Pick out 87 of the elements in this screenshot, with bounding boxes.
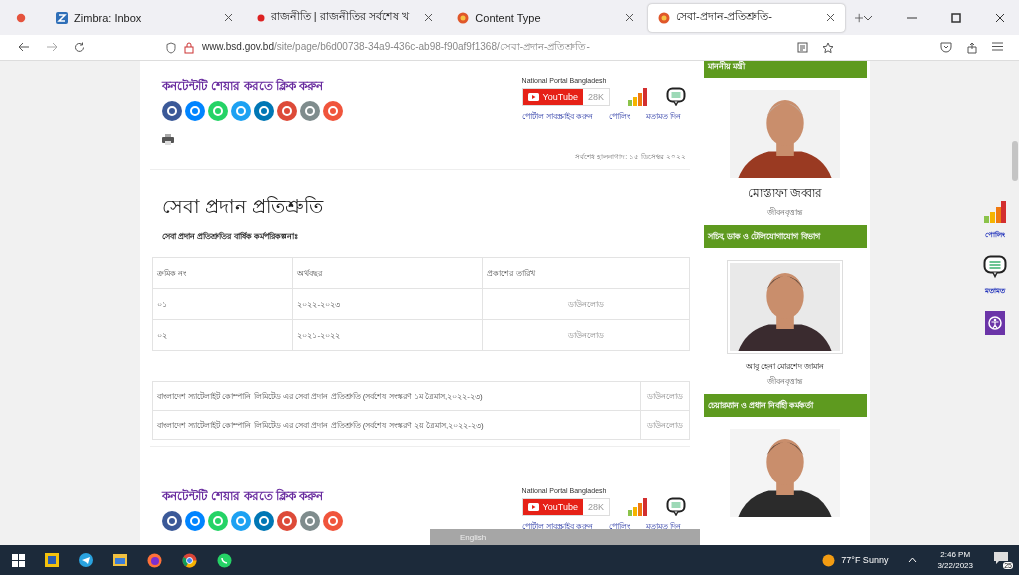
share-icon[interactable]	[162, 511, 182, 531]
share-icon[interactable]	[162, 101, 182, 121]
browser-tab[interactable]: সেবা-প্রদান-প্রতিশ্রুতি-	[647, 3, 845, 32]
back-arrow-icon[interactable]	[18, 42, 30, 52]
tab-favicon-icon	[457, 11, 470, 24]
share-icon[interactable]	[185, 511, 205, 531]
start-icon[interactable]	[12, 553, 25, 567]
share-icon[interactable]	[300, 101, 320, 121]
weather-widget[interactable]: 77°F Sunny	[822, 553, 889, 567]
share-heading: কনটেন্টটি শেয়ার করতে ক্লিক করুন	[162, 77, 325, 95]
extensions-icon[interactable]	[966, 41, 978, 54]
download-link[interactable]: ডাউনলোড	[640, 410, 690, 440]
close-icon[interactable]	[624, 13, 634, 22]
table-cell: ০১	[152, 288, 293, 320]
link[interactable]: মতামত দিন	[646, 110, 682, 123]
share-icon[interactable]	[277, 101, 297, 121]
share-icon[interactable]	[277, 511, 297, 531]
scrollbar-thumb[interactable]	[1011, 141, 1018, 181]
page-title: সেবা প্রদান প্রতিশ্রুতি	[162, 195, 325, 219]
signal-bars-icon[interactable]	[628, 497, 648, 516]
download-link[interactable]: ডাউনলোড	[482, 288, 690, 320]
signal-bars-icon[interactable]	[984, 201, 1006, 223]
chat-bubble-icon[interactable]	[983, 255, 1007, 279]
share-icon[interactable]	[323, 101, 343, 121]
youtube-button[interactable]: YouTube	[522, 88, 583, 105]
youtube-button[interactable]: YouTube	[522, 498, 583, 515]
table-cell: ২০২১-২০২২	[293, 319, 483, 351]
menu-icon[interactable]	[992, 41, 1003, 51]
accessibility-icon[interactable]	[985, 311, 1005, 335]
padlock-icon[interactable]	[183, 41, 194, 54]
clock[interactable]: 2:46 PM 3/22/2023	[937, 549, 973, 571]
chat-bubble-icon[interactable]	[666, 87, 686, 106]
browser-icon[interactable]	[16, 11, 27, 24]
close-icon[interactable]	[995, 12, 1005, 23]
share-icon[interactable]	[323, 511, 343, 531]
tab-favicon-icon	[56, 11, 69, 24]
share-icon[interactable]	[254, 101, 274, 121]
close-icon[interactable]	[825, 13, 835, 22]
table-cell: বাংলাদেশ স্যাটেলাইট কোম্পানি লিমিটেড এর সেবা প্রদান প্রতিশ্রুতি (সর্বশেষ সংস্করণ ২য় ত্রৈমাস,২০২২-২৩)	[152, 410, 641, 440]
close-icon[interactable]	[223, 13, 233, 22]
biography-link[interactable]: জীবনবৃত্তান্ত	[767, 375, 803, 388]
reload-icon[interactable]	[74, 42, 85, 53]
printer-icon[interactable]	[162, 133, 174, 145]
maximize-icon[interactable]	[951, 12, 961, 23]
tab-favicon-icon	[256, 13, 265, 22]
share-icon[interactable]	[254, 511, 274, 531]
person-name: মোস্তাফা জব্বার	[747, 185, 823, 202]
browser-tab[interactable]: Zimbra: Inbox	[46, 3, 243, 32]
table-cell: ০২	[152, 319, 293, 351]
column-header: অর্থবছর	[293, 257, 483, 289]
column-header: ক্রমিক নং	[152, 257, 293, 289]
play-icon	[527, 502, 539, 511]
reader-view-icon[interactable]	[797, 41, 808, 53]
tab-favicon-icon	[657, 11, 670, 24]
share-heading: কনটেন্টটি শেয়ার করতে ক্লিক করুন	[162, 487, 325, 505]
browser-tab[interactable]: রাজনীতি | রাজনীতির সর্বশেষ খ	[246, 3, 444, 32]
link[interactable]: পোলিং	[609, 110, 631, 123]
download-link[interactable]: ডাউনলোড	[482, 319, 690, 351]
circle-app-icon[interactable]	[79, 553, 93, 567]
minimize-icon[interactable]	[907, 16, 917, 19]
section-header: সচিব, ডাক ও টেলিযোগাযোগ বিভাগ	[703, 225, 867, 248]
star-icon[interactable]	[822, 41, 834, 54]
share-icon[interactable]	[185, 101, 205, 121]
table-cell: ২০২২-২০২৩	[293, 288, 483, 320]
close-icon[interactable]	[424, 13, 434, 22]
table-cell: বাংলাদেশ স্যাটেলাইট কোম্পানি লিমিটেড এর সেবা প্রদান প্রতিশ্রুতি (সর্বশেষ সংস্করণ ১ম ত্রৈমাস,২০২২-২৩)	[152, 381, 641, 411]
biography-link[interactable]: জীবনবৃত্তান্ত	[767, 206, 803, 219]
chat-bubble-icon[interactable]	[666, 497, 686, 516]
sun-icon	[822, 553, 836, 567]
shield-icon[interactable]	[165, 41, 176, 54]
chevron-down-icon[interactable]	[863, 14, 873, 21]
chevron-up-icon[interactable]	[908, 557, 918, 563]
person-name: আবু হেনা মোরশেদ জামান	[745, 361, 825, 373]
subscriber-count: 28K	[587, 500, 605, 514]
subscriber-count: 28K	[587, 90, 605, 104]
section-header: চেয়ারম্যান ও প্রধান নির্বাহী কর্মকর্তা	[703, 394, 867, 417]
section-header: মাননীয় মন্ত্রী	[703, 61, 867, 78]
signal-bars-icon[interactable]	[628, 87, 648, 106]
play-icon	[527, 92, 539, 101]
column-header: প্রকাশের তারিখ	[482, 257, 690, 289]
section-subtitle: সেবা প্রদান প্রতিশ্রুতির বার্ষিক কর্মপরিকল্পনাঃ	[162, 231, 299, 243]
share-icon[interactable]	[231, 101, 251, 121]
share-icon[interactable]	[300, 511, 320, 531]
browser-tab[interactable]: Content Type	[447, 3, 644, 32]
share-icon[interactable]	[231, 511, 251, 531]
download-link[interactable]: ডাউনলোড	[640, 381, 690, 411]
link[interactable]: পোর্টাল সাবস্ক্রাইব করুন	[521, 110, 594, 123]
